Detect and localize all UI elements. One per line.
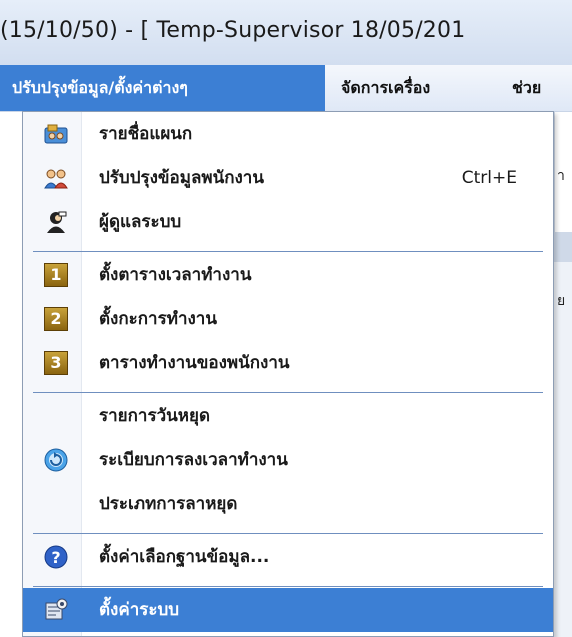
window-title: (15/10/50) - [ Temp-Supervisor 18/05/201 (0, 18, 466, 43)
menu-separator (33, 392, 543, 393)
help-icon: ? (44, 545, 68, 569)
menu-item-set-shifts[interactable]: 2 ตั้งกะการทำงาน (23, 297, 553, 341)
number-1-icon: 1 (44, 263, 68, 287)
menu-item-time-rules[interactable]: ระเบียบการลงเวลาทำงาน (23, 438, 553, 482)
menu-item-label: ตารางทำงานของพนักงาน (99, 353, 290, 373)
menu-update-settings[interactable]: ปรับปรุงข้อมูล/ตั้งค่าต่างๆ (0, 65, 325, 111)
shortcut-label: Ctrl+E (461, 168, 517, 188)
menu-item-leave-types[interactable]: ประเภทการลาหยุด (23, 482, 553, 526)
menubar: ปรับปรุงข้อมูล/ตั้งค่าต่างๆ จัดการเครื่อ… (0, 65, 572, 112)
menu-item-holidays[interactable]: รายการวันหยุด (23, 394, 553, 438)
window-titlebar: (15/10/50) - [ Temp-Supervisor 18/05/201 (0, 0, 572, 65)
background-text: า (557, 168, 565, 184)
menu-item-label: ตั้งค่าระบบ (99, 600, 180, 620)
menu-separator (33, 533, 543, 534)
menu-item-label: ตั้งตารางเวลาทำงาน (99, 265, 252, 285)
dropdown-menu: รายชื่อแผนก ปรับปรุงข้อมูลพนักงาน Ctrl+E… (22, 111, 554, 637)
menu-item-administrator[interactable]: ผู้ดูแลระบบ (23, 200, 553, 244)
menu-separator (33, 251, 543, 252)
department-icon (44, 122, 68, 146)
menu-item-set-work-schedule[interactable]: 1 ตั้งตารางเวลาทำงาน (23, 253, 553, 297)
system-settings-icon (44, 598, 68, 622)
menu-item-label: รายชื่อแผนก (99, 124, 193, 144)
menu-separator (33, 586, 543, 587)
background-header-strip (554, 232, 572, 262)
background-text: ย (557, 293, 566, 309)
menu-item-label: รายการวันหยุด (99, 406, 210, 426)
number-2-icon: 2 (44, 307, 68, 331)
menu-item-select-database[interactable]: ? ตั้งค่าเลือกฐานข้อมูล... (23, 535, 553, 579)
refresh-arrow-icon (44, 448, 68, 472)
menu-manage-machine[interactable]: จัดการเครื่อง (341, 65, 430, 111)
menu-item-update-employee[interactable]: ปรับปรุงข้อมูลพนักงาน Ctrl+E (23, 156, 553, 200)
menu-item-department-list[interactable]: รายชื่อแผนก (23, 112, 553, 156)
menu-item-label: ตั้งกะการทำงาน (99, 309, 217, 329)
menu-item-label: ตั้งค่าเลือกฐานข้อมูล... (99, 547, 270, 567)
menu-item-label: ระเบียบการลงเวลาทำงาน (99, 450, 288, 470)
menu-item-label: ปรับปรุงข้อมูลพนักงาน (99, 168, 264, 188)
menu-item-label: ประเภทการลาหยุด (99, 494, 238, 514)
menu-item-label: ผู้ดูแลระบบ (99, 212, 182, 232)
admin-icon (44, 210, 68, 234)
svg-text:?: ? (51, 548, 60, 567)
number-3-icon: 3 (44, 351, 68, 375)
employees-icon (44, 166, 68, 190)
menu-item-system-settings[interactable]: ตั้งค่าระบบ (23, 588, 553, 632)
menu-help[interactable]: ช่วย (512, 65, 541, 111)
menu-item-employee-schedule[interactable]: 3 ตารางทำงานของพนักงาน (23, 341, 553, 385)
